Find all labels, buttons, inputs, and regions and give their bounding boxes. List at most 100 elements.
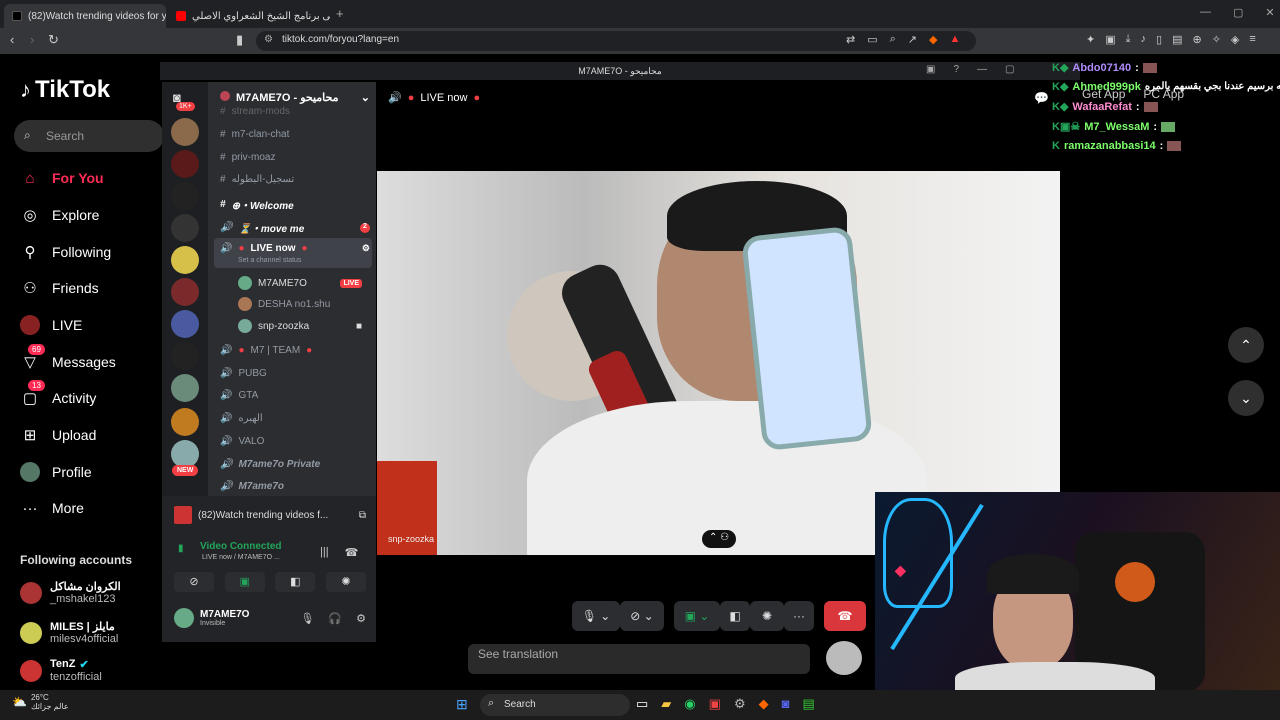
- voice-user[interactable]: snp-zoozka ■: [238, 319, 362, 333]
- server-icon[interactable]: [171, 408, 199, 436]
- shield-icon[interactable]: ◈: [1231, 33, 1239, 46]
- leo-icon[interactable]: ✧: [1212, 33, 1221, 46]
- zoom-icon[interactable]: ⌕: [890, 33, 896, 46]
- whatsapp-icon[interactable]: ◉: [684, 696, 695, 712]
- discord-icon[interactable]: ◙: [782, 696, 790, 712]
- vpn-icon[interactable]: ⊕: [1192, 33, 1201, 46]
- nav-messages[interactable]: ▽ 69 Messages: [20, 344, 116, 372]
- wallet-icon[interactable]: ▤: [1172, 33, 1182, 46]
- music-icon[interactable]: ♪: [1141, 33, 1147, 46]
- activity-card[interactable]: (82)Watch trending videos f... ⧉: [174, 506, 366, 524]
- disconnect-icon[interactable]: ☎: [345, 546, 359, 559]
- server-icon[interactable]: [171, 440, 199, 468]
- server-icon[interactable]: [171, 374, 199, 402]
- more-options-button[interactable]: ···: [784, 601, 814, 631]
- brave-shield-icon[interactable]: ◆: [929, 33, 937, 46]
- channel-item[interactable]: 🔊 GTA: [220, 390, 370, 401]
- camera-off-icon[interactable]: ⊘: [174, 572, 214, 592]
- help-icon[interactable]: ?: [953, 64, 959, 75]
- screen-share-button[interactable]: ▣ ⌄: [674, 601, 720, 631]
- channel-item[interactable]: 🔊 M7ame7o: [220, 481, 370, 492]
- get-app-button[interactable]: Get App: [1082, 87, 1125, 101]
- screenshot-icon[interactable]: ▣: [1105, 33, 1115, 46]
- chat-bubble-icon[interactable]: 💬: [1034, 91, 1049, 105]
- server-icon[interactable]: [171, 342, 199, 370]
- channel-item[interactable]: 🔊 ● M7 | TEAM ●: [220, 345, 370, 356]
- activities-icon[interactable]: ◧: [275, 572, 316, 592]
- nav-following[interactable]: ⚲ Following: [20, 242, 112, 262]
- nav-upload[interactable]: ⊞ Upload: [20, 425, 97, 445]
- nav-for-you[interactable]: ⌂ For You: [20, 168, 103, 188]
- chevron-up-icon[interactable]: ⌃ ⚇: [702, 530, 736, 548]
- nav-profile[interactable]: Profile: [20, 462, 92, 482]
- download-icon[interactable]: ⤓: [1126, 33, 1131, 46]
- mute-button[interactable]: 🎙 ⌄: [572, 601, 620, 631]
- nav-explore[interactable]: ◎ Explore: [20, 205, 99, 225]
- extensions-icon[interactable]: ✦: [1086, 33, 1095, 46]
- site-info-icon[interactable]: ⚙: [264, 34, 273, 45]
- creator-avatar[interactable]: [826, 641, 862, 675]
- bookmark-icon[interactable]: ▮: [236, 32, 243, 48]
- cast-icon[interactable]: ▭: [867, 33, 877, 46]
- forward-icon[interactable]: ›: [30, 32, 34, 47]
- headphones-icon[interactable]: 🎧: [328, 612, 342, 625]
- account-item[interactable]: الكروان مشاكل _mshakel123: [20, 580, 121, 605]
- brave-icon[interactable]: ◆: [759, 696, 769, 712]
- taskbar-search[interactable]: Search: [480, 694, 630, 716]
- server-header[interactable]: M7AME7O - محاميحو ⌄: [220, 91, 370, 104]
- browser-tab-tiktok[interactable]: (82)Watch trending videos for y ✕: [4, 4, 166, 28]
- maximize-icon[interactable]: ▢: [1233, 6, 1243, 19]
- sidebar-icon[interactable]: ▯: [1156, 33, 1162, 46]
- previous-video-button[interactable]: ⌃: [1228, 327, 1264, 363]
- server-icon[interactable]: [171, 118, 199, 146]
- new-tab-icon[interactable]: +: [336, 6, 344, 21]
- channel-item[interactable]: # m7-clan-chat: [220, 129, 370, 140]
- noise-icon[interactable]: |||: [320, 546, 329, 559]
- voice-substatus[interactable]: LIVE now / M7AME7O ...: [202, 554, 280, 561]
- file-explorer-icon[interactable]: ▰: [661, 696, 671, 712]
- activities-button[interactable]: ◧: [720, 601, 750, 631]
- channel-item[interactable]: 🔊 ⏳・move me 2: [220, 220, 370, 235]
- channel-settings-icon[interactable]: ⚙: [362, 243, 370, 254]
- settings-icon[interactable]: ⚙: [734, 696, 746, 712]
- task-view-icon[interactable]: ▭: [636, 696, 648, 712]
- menu-icon[interactable]: ≡: [1249, 33, 1255, 46]
- see-translation-button[interactable]: See translation: [468, 644, 810, 674]
- inbox-icon[interactable]: ▣: [926, 64, 935, 75]
- next-video-button[interactable]: ⌄: [1228, 380, 1264, 416]
- weather-widget[interactable]: ⛅ 26°C عالم جزائك: [12, 693, 69, 711]
- server-icon[interactable]: [171, 246, 199, 274]
- server-icon[interactable]: [171, 310, 199, 338]
- server-icon[interactable]: [171, 182, 199, 210]
- soundboard-button[interactable]: ✺: [750, 601, 784, 631]
- channel-status-hint[interactable]: Set a channel status: [238, 257, 301, 264]
- account-item[interactable]: TenZ ✔ tenzofficial: [20, 658, 102, 683]
- soundboard-icon[interactable]: ✺: [325, 572, 366, 592]
- microphone-icon[interactable]: 🎙: [300, 612, 314, 625]
- windows-start-icon[interactable]: ⊞: [456, 696, 468, 713]
- disconnect-button[interactable]: ☎: [824, 601, 866, 631]
- pc-app-button[interactable]: PC App: [1143, 87, 1184, 101]
- minimize-icon[interactable]: —: [1200, 6, 1211, 19]
- channel-item[interactable]: 🔊 PUBG: [220, 368, 370, 379]
- channel-item[interactable]: 🔊 VALO: [220, 436, 370, 447]
- tiktok-logo[interactable]: ♪ TikTok: [20, 76, 110, 104]
- channel-item[interactable]: # ⊕・Welcome: [220, 197, 370, 212]
- channel-item[interactable]: 🔊 الهبره: [220, 413, 370, 424]
- camera-button[interactable]: ⊘ ⌄: [620, 601, 664, 631]
- user-area[interactable]: M7AME7O Invisible 🎙 🎧 ⚙: [174, 608, 366, 628]
- screen-share-icon[interactable]: ▣: [224, 572, 265, 592]
- popout-icon[interactable]: ⧉: [359, 510, 366, 521]
- server-icon[interactable]: [171, 150, 199, 178]
- voice-status[interactable]: Video Connected: [200, 541, 282, 552]
- search-input[interactable]: Search: [14, 120, 164, 152]
- photos-icon[interactable]: ▣: [709, 696, 721, 712]
- channel-item[interactable]: # stream-mods: [220, 106, 370, 117]
- close-window-icon[interactable]: ✕: [1265, 6, 1274, 19]
- channel-item[interactable]: 🔊 M7ame7o Private: [220, 459, 370, 470]
- account-item[interactable]: MILES | مايلز milesv4official: [20, 620, 118, 645]
- channel-item[interactable]: # تسجيل-البطوله: [220, 174, 370, 185]
- terminal-icon[interactable]: ▤: [802, 696, 814, 712]
- server-icon[interactable]: [171, 278, 199, 306]
- translate-icon[interactable]: ⇄: [846, 33, 855, 46]
